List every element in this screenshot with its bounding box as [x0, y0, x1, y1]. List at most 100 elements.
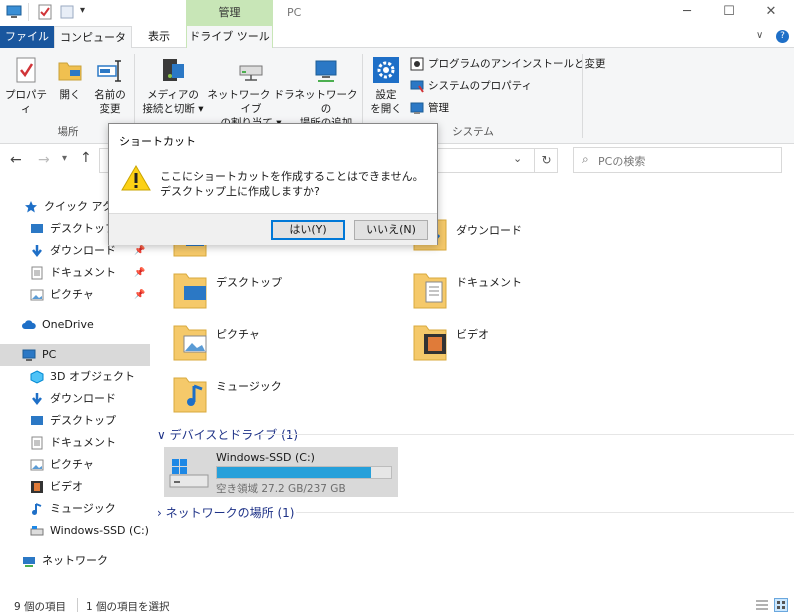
- nav-quick-documents[interactable]: ドキュメント 📌: [0, 262, 150, 284]
- nav-label: デスクトップ: [50, 414, 116, 427]
- rename-icon: [96, 56, 124, 84]
- nav-label: OneDrive: [42, 318, 94, 331]
- drive-icon: [30, 524, 44, 538]
- document-icon: [30, 266, 44, 280]
- properties-quick-icon[interactable]: [37, 4, 53, 20]
- network-drive-icon: [237, 56, 265, 84]
- nav-pc[interactable]: PC: [0, 344, 150, 366]
- manage-button[interactable]: 管理: [410, 98, 449, 118]
- new-folder-quick-icon[interactable]: [59, 4, 75, 20]
- nav-pc-documents[interactable]: ドキュメント: [0, 432, 150, 454]
- properties-button[interactable]: プロパティ: [4, 56, 48, 116]
- folder-label: デスクトップ: [216, 276, 282, 289]
- pictures-folder-icon: [173, 325, 207, 361]
- system-properties-button[interactable]: システムのプロパティ: [410, 76, 532, 96]
- collapse-ribbon-icon[interactable]: ∨: [756, 30, 763, 41]
- folder-music[interactable]: ミュージック: [172, 370, 332, 414]
- media-server-icon: [159, 56, 187, 84]
- nav-network[interactable]: ネットワーク: [0, 550, 150, 572]
- details-view-icon[interactable]: [755, 599, 769, 611]
- manage-icon: [410, 101, 424, 115]
- tab-view[interactable]: 表示: [137, 26, 181, 48]
- minimize-button[interactable]: ─: [664, 0, 710, 26]
- network-location-icon: [312, 56, 340, 84]
- pin-icon[interactable]: 📌: [134, 284, 145, 306]
- up-arrow-icon[interactable]: ↑: [80, 150, 92, 166]
- document-icon: [30, 436, 44, 450]
- back-arrow-icon[interactable]: ←: [10, 152, 22, 168]
- refresh-icon[interactable]: ↻: [534, 148, 558, 173]
- address-dropdown-chevron-icon[interactable]: ⌄: [513, 152, 522, 165]
- music-folder-icon: [173, 377, 207, 413]
- tab-computer[interactable]: コンピューター: [54, 26, 132, 66]
- dialog-title: ショートカット: [119, 135, 196, 148]
- nav-label: ピクチャ: [50, 288, 94, 301]
- system-properties-label: システムのプロパティ: [428, 80, 533, 92]
- picture-icon: [30, 288, 44, 302]
- map-network-drive-button[interactable]: ネットワーク ドライブ の割り当て ▾: [206, 56, 296, 130]
- nav-label: ネットワーク: [42, 554, 108, 567]
- music-note-icon: [30, 502, 44, 516]
- nav-onedrive[interactable]: OneDrive: [0, 314, 150, 336]
- nav-label: ピクチャ: [50, 458, 94, 471]
- folder-label: ピクチャ: [216, 328, 260, 341]
- windows-drive-icon: [169, 459, 209, 488]
- no-button[interactable]: いいえ(N): [354, 220, 428, 240]
- open-settings-button[interactable]: 設定 を開く: [366, 56, 406, 116]
- tab-drive-tools[interactable]: ドライブ ツール: [186, 26, 273, 48]
- open-label: 開く: [59, 89, 81, 101]
- pin-icon[interactable]: 📌: [134, 262, 145, 284]
- uninstall-programs-button[interactable]: プログラムのアンインストールと変更: [410, 54, 606, 74]
- drive-tile-windows-ssd[interactable]: Windows-SSD (C:) 空き領域 27.2 GB/237 GB: [164, 447, 398, 497]
- folder-documents[interactable]: ドキュメント: [412, 266, 572, 310]
- system-properties-icon: [410, 79, 424, 93]
- nav-pc-desktop[interactable]: デスクトップ: [0, 410, 150, 432]
- nav-quick-pictures[interactable]: ピクチャ 📌: [0, 284, 150, 306]
- rename-button[interactable]: 名前の 変更: [90, 56, 130, 116]
- media-button[interactable]: メディアの 接続と切断 ▾: [138, 56, 208, 116]
- network-section-header[interactable]: › ネットワークの場所 (1): [157, 504, 294, 521]
- media-label-1: メディアの: [147, 89, 199, 101]
- tab-file[interactable]: ファイル: [0, 26, 54, 48]
- close-button[interactable]: ✕: [748, 0, 794, 26]
- nav-label: ドキュメント: [50, 436, 116, 449]
- shortcut-dialog: ショートカット ここにショートカットを作成することはできません。 デスクトップ上…: [108, 123, 438, 245]
- recent-locations-chevron-icon[interactable]: ▾: [62, 153, 67, 164]
- large-icons-view-icon[interactable]: [774, 598, 788, 612]
- network-header-label: ネットワークの場所 (1): [165, 506, 295, 520]
- status-item-count: 9 個の項目: [14, 601, 67, 613]
- nav-pc-3d-objects[interactable]: 3D オブジェクト: [0, 366, 150, 388]
- yes-button[interactable]: はい(Y): [271, 220, 345, 240]
- maximize-button[interactable]: ☐: [706, 0, 752, 26]
- nav-pc-music[interactable]: ミュージック: [0, 498, 150, 520]
- forward-arrow-icon[interactable]: →: [38, 152, 50, 168]
- folder-pictures[interactable]: ピクチャ: [172, 318, 332, 362]
- manage-label: 管理: [428, 102, 449, 114]
- rename-label-2: 変更: [99, 103, 121, 115]
- map-drive-label-1: ネットワーク ドライブ: [207, 89, 295, 115]
- folder-label: ドキュメント: [456, 276, 522, 289]
- nav-label: PC: [42, 348, 57, 361]
- customize-quick-access-icon[interactable]: ▾: [80, 5, 85, 16]
- warning-icon: [121, 165, 151, 191]
- network-icon: [22, 554, 36, 568]
- add-network-location-button[interactable]: ネットワークの 場所の追加: [294, 56, 358, 130]
- search-box[interactable]: ⌕ PCの検索: [573, 147, 782, 173]
- videos-folder-icon: [413, 325, 447, 361]
- download-icon: [30, 244, 44, 258]
- nav-pc-downloads[interactable]: ダウンロード: [0, 388, 150, 410]
- desktop-icon: [30, 222, 44, 236]
- folder-label: ビデオ: [456, 328, 489, 341]
- pc-icon[interactable]: [6, 5, 22, 19]
- picture-icon: [30, 458, 44, 472]
- help-icon[interactable]: ?: [776, 30, 789, 43]
- folder-videos[interactable]: ビデオ: [412, 318, 572, 362]
- open-button[interactable]: 開く: [52, 56, 88, 102]
- section-divider: [296, 512, 794, 513]
- nav-pc-windows-ssd[interactable]: Windows-SSD (C:): [0, 520, 150, 542]
- nav-pc-pictures[interactable]: ピクチャ: [0, 454, 150, 476]
- folder-desktop[interactable]: デスクトップ: [172, 266, 332, 310]
- nav-pc-videos[interactable]: ビデオ: [0, 476, 150, 498]
- ribbon-separator: [582, 54, 583, 138]
- nav-label: Windows-SSD (C:): [50, 524, 149, 537]
